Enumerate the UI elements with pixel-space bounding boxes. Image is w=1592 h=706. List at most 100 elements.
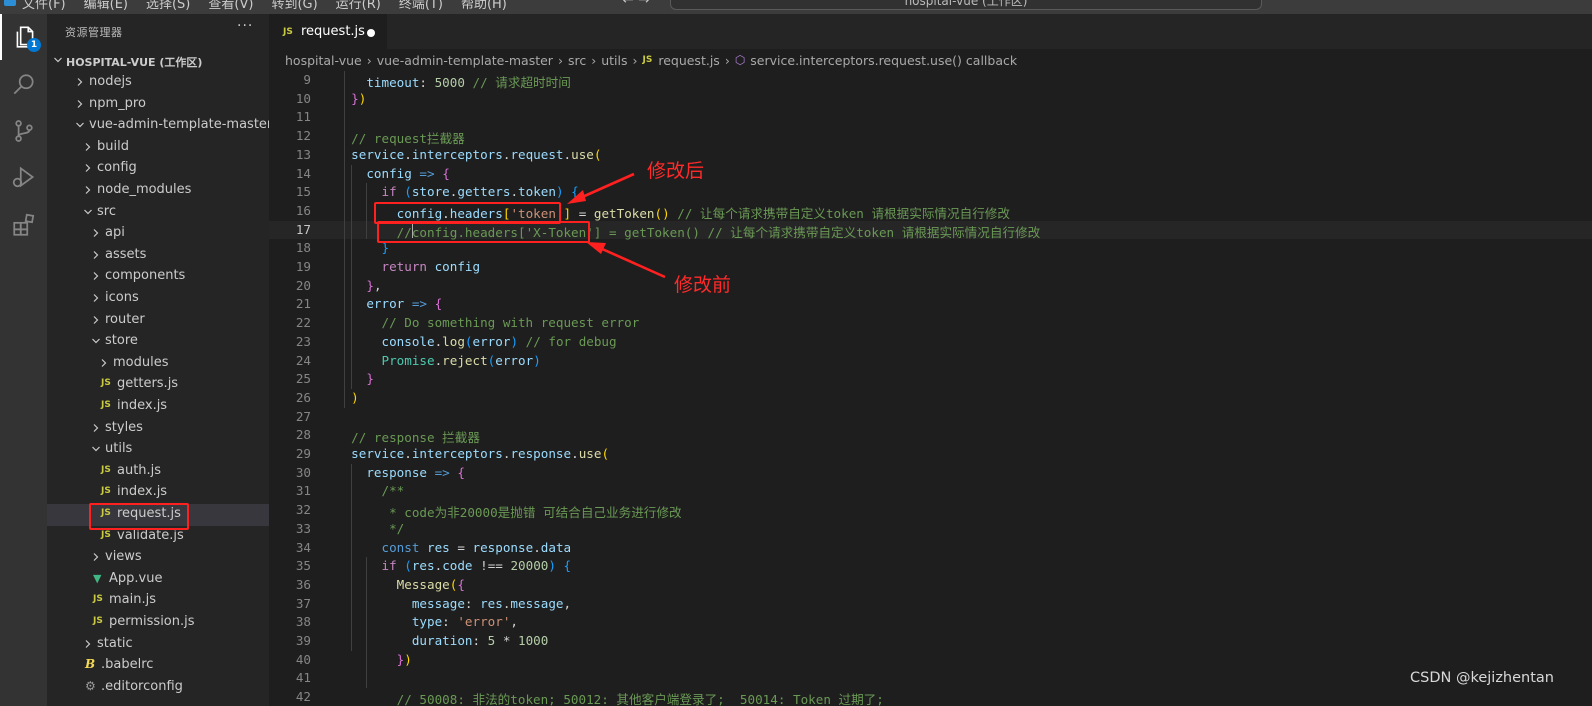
tree-file[interactable]: JS auth.js xyxy=(47,461,269,483)
search-icon[interactable] xyxy=(0,62,47,108)
code-area[interactable]: 9 timeout: 5000 // 请求超时时间 10 }) 11 12 // re… xyxy=(269,71,1592,706)
tree-folder[interactable]: store xyxy=(47,331,269,353)
tree-folder[interactable]: views xyxy=(47,547,269,569)
tree-folder[interactable]: components xyxy=(47,266,269,288)
code-line[interactable]: 20 }, xyxy=(269,277,1592,296)
tree-file[interactable]: ⚙ .editorconfig xyxy=(47,677,269,699)
code-line[interactable]: 13 service.interceptors.request.use( xyxy=(269,146,1592,165)
breadcrumb-item[interactable]: request.js xyxy=(658,53,719,68)
code-line[interactable]: 29 service.interceptors.response.use( xyxy=(269,445,1592,464)
tree-folder[interactable]: config xyxy=(47,158,269,180)
code-line[interactable]: 38 type: 'error', xyxy=(269,613,1592,632)
code-line[interactable]: 26 ) xyxy=(269,389,1592,408)
breadcrumb-item[interactable]: src xyxy=(568,53,586,68)
code-line[interactable]: 37 message: res.message, xyxy=(269,595,1592,614)
code-line[interactable]: 39 duration: 5 * 1000 xyxy=(269,632,1592,651)
tree-folder[interactable]: modules xyxy=(47,353,269,375)
menu-item[interactable]: 查看(V) xyxy=(208,0,253,12)
tree-folder[interactable]: icons xyxy=(47,288,269,310)
command-center[interactable]: hospital-vue (工作区) xyxy=(670,0,1262,10)
tree-folder[interactable]: nodejs xyxy=(47,72,269,94)
menu-item[interactable]: 编辑(E) xyxy=(84,0,128,12)
menu-item[interactable]: 终端(T) xyxy=(399,0,443,12)
breadcrumb-item[interactable]: utils xyxy=(601,53,627,68)
tab-request-js[interactable]: JS request.js xyxy=(269,14,387,49)
tree-file[interactable]: JS permission.js xyxy=(47,612,269,634)
tree-file[interactable]: JS getters.js xyxy=(47,374,269,396)
code-line[interactable]: 21 error => { xyxy=(269,295,1592,314)
code-line[interactable]: 42 // 50008: 非法的token; 50012: 其他客户端登录了; … xyxy=(269,688,1592,706)
breadcrumb-item[interactable]: service.interceptors.request.use() callb… xyxy=(750,53,1017,68)
code-text: ) xyxy=(336,390,359,405)
code-line[interactable]: 32 * code为非20000是抛错 可结合自己业务进行修改 xyxy=(269,501,1592,520)
code-line[interactable]: 40 }) xyxy=(269,651,1592,670)
more-actions-icon[interactable]: ··· xyxy=(237,18,253,34)
breadcrumb-item[interactable]: hospital-vue xyxy=(285,53,362,68)
tree-folder[interactable]: styles xyxy=(47,418,269,440)
source-control-icon[interactable] xyxy=(0,108,47,154)
code-token: 'error' xyxy=(457,614,511,630)
menu-item[interactable]: 转到(G) xyxy=(271,0,317,12)
unsaved-dot-icon[interactable] xyxy=(367,29,375,37)
code-line[interactable]: 41 xyxy=(269,669,1592,688)
breadcrumb-item[interactable]: vue-admin-template-master xyxy=(377,53,553,68)
code-token: : xyxy=(419,75,435,90)
code-line[interactable]: 11 xyxy=(269,108,1592,127)
line-number: 41 xyxy=(295,670,311,686)
nav-arrows[interactable]: ← → xyxy=(622,0,650,8)
explorer-icon[interactable]: 1 xyxy=(0,14,47,60)
code-line[interactable]: 22 // Do something with request error xyxy=(269,314,1592,333)
js-file-icon: JS xyxy=(101,400,111,410)
extensions-icon[interactable] xyxy=(0,202,47,248)
tree-folder[interactable]: node_modules xyxy=(47,180,269,202)
tree-file[interactable]: B .babelrc xyxy=(47,655,269,677)
tree-folder[interactable]: api xyxy=(47,223,269,245)
code-token: = xyxy=(571,205,594,221)
code-line[interactable]: 36 Message({ xyxy=(269,576,1592,595)
tree-folder[interactable]: vue-admin-template-master xyxy=(47,115,269,137)
code-line[interactable]: 9 timeout: 5000 // 请求超时时间 xyxy=(269,71,1592,90)
code-line[interactable]: 19 return config xyxy=(269,258,1592,277)
code-line[interactable]: 15 if (store.getters.token) { xyxy=(269,183,1592,202)
menu-item[interactable]: 帮助(H) xyxy=(461,0,507,12)
tree-folder[interactable]: assets xyxy=(47,245,269,267)
code-line[interactable]: 30 response => { xyxy=(269,464,1592,483)
code-line[interactable]: 34 const res = response.data xyxy=(269,539,1592,558)
code-line[interactable]: 27 xyxy=(269,408,1592,427)
tree-file[interactable]: JS index.js xyxy=(47,396,269,418)
tree-folder[interactable]: npm_pro xyxy=(47,94,269,116)
code-line[interactable]: 23 console.log(error) // for debug xyxy=(269,333,1592,352)
code-line[interactable]: 24 Promise.reject(error) xyxy=(269,352,1592,371)
run-debug-icon[interactable] xyxy=(0,154,47,200)
tree-folder[interactable]: src xyxy=(47,202,269,224)
tree-folder[interactable]: router xyxy=(47,310,269,332)
code-line[interactable]: 33 */ xyxy=(269,520,1592,539)
tree-file[interactable]: JS index.js xyxy=(47,482,269,504)
code-line[interactable]: 25 } xyxy=(269,370,1592,389)
code-line[interactable]: 35 if (res.code !== 20000) { xyxy=(269,557,1592,576)
code-token: // 让每个请求携带自定义token 请根据实际情况自行修改 xyxy=(669,205,1010,221)
line-number: 11 xyxy=(295,109,311,125)
js-file-icon: JS xyxy=(93,594,103,605)
code-line[interactable]: 10 }) xyxy=(269,90,1592,109)
code-line[interactable]: 31 /** xyxy=(269,482,1592,501)
code-line[interactable]: 14 config => { xyxy=(269,165,1592,184)
sidebar-title: 资源管理器 xyxy=(65,26,123,39)
tree-file[interactable]: JS main.js xyxy=(47,590,269,612)
js-file-icon: JS xyxy=(642,55,653,65)
tree-item-label: auth.js xyxy=(117,462,162,478)
menu-item[interactable]: 文件(F) xyxy=(22,0,66,12)
tree-folder[interactable]: static xyxy=(47,634,269,656)
code-line[interactable]: 28 // response 拦截器 xyxy=(269,426,1592,445)
code-line[interactable]: 12 // request拦截器 xyxy=(269,127,1592,146)
tree-folder[interactable]: utils xyxy=(47,439,269,461)
tree-file[interactable]: ▼ App.vue xyxy=(47,569,269,591)
menu-item[interactable]: 选择(S) xyxy=(146,0,190,12)
workspace-section[interactable]: HOSPITAL-VUE (工作区) xyxy=(47,50,269,72)
file-highlight-box xyxy=(89,503,189,530)
tree-item-label: api xyxy=(105,225,125,241)
tree-item-label: node_modules xyxy=(97,182,192,197)
tree-folder[interactable]: build xyxy=(47,137,269,159)
menu-item[interactable]: 运行(R) xyxy=(336,0,381,12)
